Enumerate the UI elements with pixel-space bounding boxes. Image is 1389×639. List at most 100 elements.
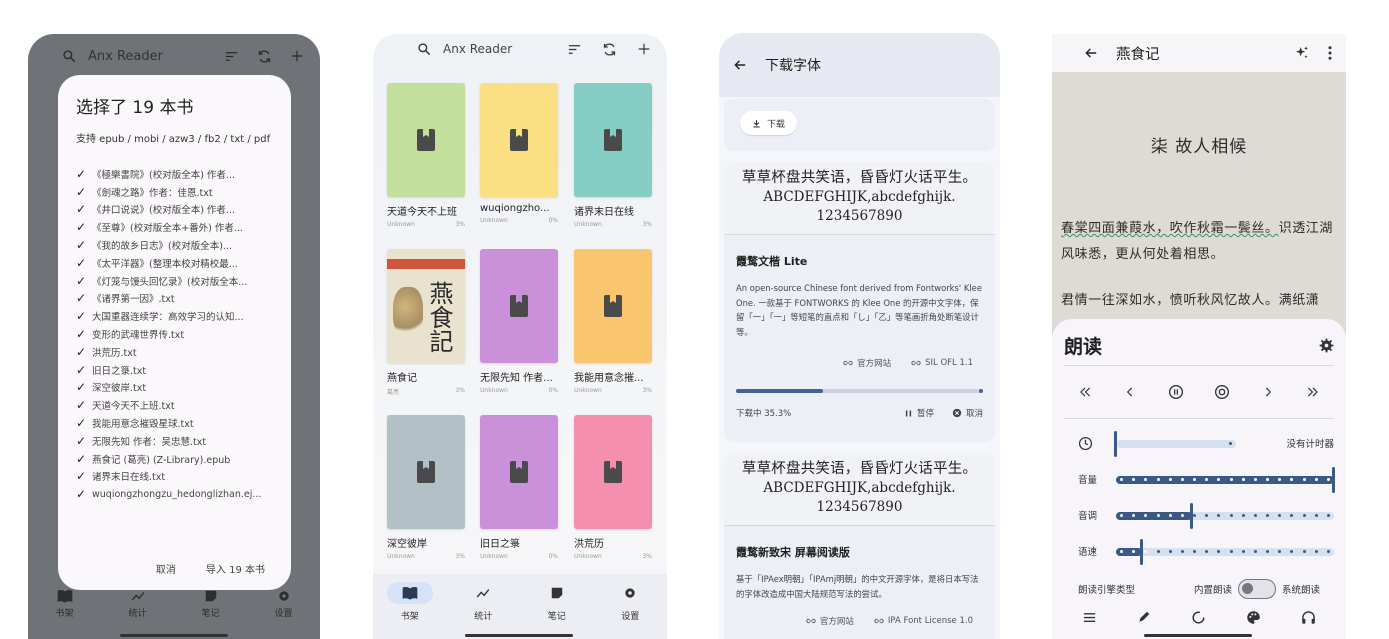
book-progress: 3% [455, 387, 465, 394]
headphones-icon[interactable] [1301, 610, 1316, 625]
file-list-item: ✓ 《井口说说》(校对版全本) 作者... [76, 201, 273, 219]
check-icon: ✓ [76, 255, 87, 270]
app-title: Anx Reader [88, 48, 163, 64]
book-cover: 燕食記 [387, 249, 465, 363]
check-icon: ✓ [76, 362, 87, 377]
gear-icon[interactable] [1319, 338, 1334, 353]
book-author: Unknown [480, 217, 508, 224]
file-name: 《井口说说》(校对版全本) 作者... [92, 205, 235, 217]
file-list-item: ✓ 旧日之箓.txt [76, 361, 273, 379]
timer-slider[interactable] [1114, 431, 1236, 457]
cancel-download-button[interactable]: 取消 [952, 407, 983, 419]
pen-icon[interactable] [1137, 610, 1151, 625]
reading-paragraph[interactable]: 君情一往深如水，愤听秋风忆故人。满纸潇 [1061, 288, 1340, 314]
license-link[interactable]: IPA Font License 1.0 [874, 615, 973, 627]
book-item[interactable]: 我能用意念摧... Unknown 3% [574, 249, 652, 394]
pitch-label: 音调 [1078, 511, 1098, 522]
pause-button[interactable]: 暂停 [904, 407, 934, 419]
check-icon: ✓ [76, 469, 87, 484]
file-name: 《灯笼与馒头回忆录》(校对版全本... [92, 276, 248, 288]
search-icon[interactable] [417, 42, 431, 56]
palette-icon[interactable] [1246, 610, 1261, 625]
book-item[interactable]: 燕食記 燕食记 葛亮 3% [387, 249, 465, 396]
pause-circle-icon[interactable] [1168, 384, 1184, 400]
book-progress: 3% [642, 221, 652, 228]
sparkle-icon[interactable] [1294, 45, 1310, 61]
nav-notes[interactable]: 笔记 [181, 577, 241, 639]
add-icon[interactable] [637, 42, 651, 56]
note-icon [551, 587, 562, 599]
nav-bookshelf[interactable]: 书架 [378, 574, 442, 639]
bookshelf-screen: Anx Reader 天道今天不上班 Unknown 3% wuqiongzho...… [373, 34, 667, 639]
nav-label: 设置 [274, 609, 293, 619]
preview-text-cn: 草草杯盘共笑语，昏昏灯火话平生。 [741, 170, 978, 186]
book-icon [510, 295, 528, 317]
book-cover [387, 415, 465, 529]
bottom-nav: 书架 统计 笔记 设置 [373, 574, 667, 639]
file-name: 诸界末日在线.txt [92, 472, 166, 484]
preview-text-latin: ABCDEFGHIJK,abcdefghijk. [763, 189, 956, 205]
file-list-item: ✓ 《極樂書院》(校对版全本) 作者... [76, 165, 273, 183]
rate-slider[interactable] [1116, 539, 1334, 565]
book-title: 洪荒历 [574, 539, 604, 550]
back-arrow-icon[interactable] [1084, 46, 1098, 60]
next-chapter-icon[interactable] [1306, 385, 1320, 399]
sort-icon[interactable] [224, 49, 239, 64]
book-title: 深空彼岸 [387, 539, 427, 550]
nav-settings[interactable]: 设置 [598, 574, 662, 639]
official-site-link[interactable]: 官方网站 [806, 615, 854, 627]
slider-thumb[interactable] [1140, 539, 1144, 565]
volume-slider[interactable] [1116, 467, 1335, 493]
file-name: 我能用意念摧毁星球.txt [92, 419, 194, 431]
prev-sentence-icon[interactable] [1123, 385, 1137, 399]
check-icon: ✓ [76, 451, 87, 466]
book-item[interactable]: 旧日之箓 Unknown 0% [480, 415, 558, 560]
trend-icon [131, 592, 144, 601]
book-item[interactable]: 天道今天不上班 Unknown 3% [387, 83, 465, 228]
import-dialog: 选择了 19 本书 支持 epub / mobi / azw3 / fb2 / … [58, 75, 291, 590]
file-list-item: ✓ 《至尊》(校对版全本+番外) 作者... [76, 218, 273, 236]
preview-text-digits: 1234567890 [816, 499, 903, 515]
download-button[interactable]: 下载 [740, 111, 798, 135]
add-icon[interactable] [290, 49, 304, 63]
reading-paragraph[interactable]: 春棠四面兼葭水，吹作秋霜一鬓丝。识透江湖风味悉，更从何处着相思。 [1061, 216, 1340, 268]
next-sentence-icon[interactable] [1261, 385, 1275, 399]
search-icon[interactable] [62, 49, 76, 63]
import-button[interactable]: 导入 19 本书 [206, 561, 265, 576]
sync-icon[interactable] [602, 42, 617, 57]
slider-thumb[interactable] [1114, 431, 1117, 457]
file-name: 《我的故乡日志》(校对版全本)... [92, 241, 232, 253]
engine-toggle[interactable] [1237, 579, 1276, 599]
prev-chapter-icon[interactable] [1078, 385, 1092, 399]
sort-icon[interactable] [567, 42, 582, 57]
sync-icon[interactable] [257, 49, 272, 64]
slider-thumb[interactable] [1190, 503, 1194, 529]
book-item[interactable]: 无限先知 作者... Unknown 0% [480, 249, 558, 394]
book-item[interactable]: 深空彼岸 Unknown 3% [387, 415, 465, 560]
book-item[interactable]: wuqiongzho... Unknown 0% [480, 83, 558, 224]
nav-bookshelf[interactable]: 书架 [35, 577, 95, 639]
nav-notes[interactable]: 笔记 [525, 574, 589, 639]
toc-icon[interactable] [1082, 610, 1097, 625]
progress-end-dot [979, 389, 983, 393]
nav-stats[interactable]: 统计 [451, 574, 515, 639]
license-link[interactable]: SIL OFL 1.1 [911, 357, 973, 369]
slider-thumb[interactable] [1332, 467, 1335, 493]
book-item[interactable]: 诸界末日在线 Unknown 3% [574, 83, 652, 228]
app-title: Anx Reader [443, 42, 513, 56]
nav-label: 笔记 [201, 609, 220, 619]
nav-stats[interactable]: 统计 [108, 577, 168, 639]
book-title: wuqiongzho... [480, 203, 550, 214]
rate-label: 语速 [1078, 547, 1098, 558]
book-item[interactable]: 洪荒历 Unknown 3% [574, 415, 652, 560]
pitch-slider[interactable] [1116, 503, 1334, 529]
progress-ring-icon[interactable] [1191, 610, 1206, 625]
official-site-link[interactable]: 官方网站 [843, 357, 891, 369]
back-arrow-icon[interactable] [733, 58, 747, 72]
cancel-button[interactable]: 取消 [156, 561, 176, 576]
nav-settings[interactable]: 设置 [254, 577, 314, 639]
more-vert-icon[interactable] [1328, 46, 1332, 60]
note-icon [205, 590, 216, 602]
nav-label: 设置 [621, 612, 640, 622]
stop-circle-icon[interactable] [1214, 384, 1230, 400]
